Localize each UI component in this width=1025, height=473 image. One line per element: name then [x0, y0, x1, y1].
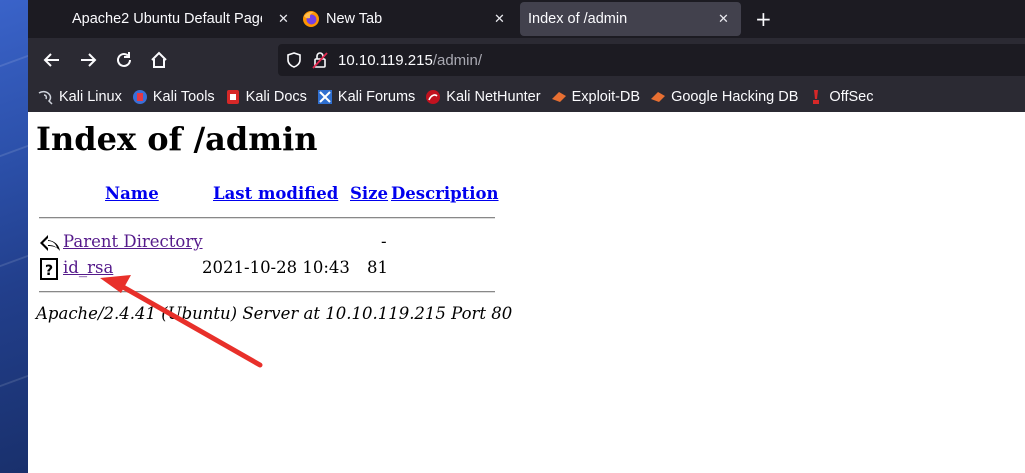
file-size: 81	[367, 258, 388, 277]
divider	[39, 217, 495, 219]
navigation-bar: 10.10.119.215/admin/	[28, 38, 1025, 82]
column-header-last-modified[interactable]: Last modified	[213, 184, 338, 203]
page-title: Index of /admin	[36, 120, 318, 158]
desktop-background	[0, 0, 28, 473]
bookmark-label: Kali Forums	[337, 89, 416, 105]
tab-title: Apache2 Ubuntu Default Page	[72, 11, 262, 27]
url-bar[interactable]: 10.10.119.215/admin/	[278, 44, 1025, 76]
reload-button[interactable]	[112, 48, 136, 72]
tab-apache-default[interactable]: Apache2 Ubuntu Default Page ✕	[38, 0, 300, 38]
home-button[interactable]	[147, 48, 171, 72]
file-size: -	[381, 232, 387, 251]
table-row: Parent Directory -	[39, 232, 509, 254]
bookmark-kali-forums[interactable]: Kali Forums	[317, 89, 415, 105]
tab-title: New Tab	[326, 11, 383, 27]
id-rsa-link[interactable]: id_rsa	[63, 258, 113, 277]
exploitdb-icon	[551, 89, 567, 105]
tab-index-admin[interactable]: Index of /admin ✕	[520, 2, 741, 36]
insecure-lock-icon[interactable]	[312, 51, 328, 69]
forward-button[interactable]	[76, 48, 100, 72]
bookmark-label: Google Hacking DB	[671, 89, 799, 105]
bookmark-label: OffSec	[829, 89, 874, 105]
bookmark-kali-tools[interactable]: Kali Tools	[132, 89, 215, 105]
close-tab-icon[interactable]: ✕	[494, 11, 505, 27]
column-header-description[interactable]: Description	[391, 184, 499, 203]
bookmark-kali-docs[interactable]: Kali Docs	[225, 89, 307, 105]
bookmark-label: Kali Docs	[245, 89, 307, 105]
bookmark-google-hacking-db[interactable]: Google Hacking DB	[650, 89, 798, 105]
tab-bar: Apache2 Ubuntu Default Page ✕ New Tab ✕ …	[28, 0, 1025, 38]
last-modified-value: 2021-10-28 10:43	[202, 258, 350, 277]
back-button[interactable]	[40, 48, 64, 72]
home-icon	[151, 51, 167, 68]
ubuntu-tab-icon	[38, 11, 54, 27]
page-content: Index of /admin Name Last modified Size …	[28, 112, 1025, 473]
new-tab-button[interactable]: +	[755, 0, 772, 38]
offsec-icon	[808, 89, 824, 105]
bookmarks-bar: Kali Linux Kali Tools Kali Docs Kali For…	[28, 82, 1025, 112]
close-tab-icon[interactable]: ✕	[718, 11, 729, 27]
bookmark-label: Kali Linux	[59, 89, 122, 105]
bookmark-label: Kali Tools	[152, 89, 215, 105]
column-header-size[interactable]: Size	[350, 184, 388, 203]
url-host: 10.10.119.215	[338, 51, 433, 69]
nethunter-icon	[425, 89, 441, 105]
firefox-icon	[302, 10, 320, 28]
kali-dragon-icon	[38, 89, 54, 105]
tab-new-tab[interactable]: New Tab ✕	[300, 0, 516, 38]
tab-title: Index of /admin	[528, 11, 628, 27]
parent-directory-link[interactable]: Parent Directory	[63, 232, 203, 251]
kali-forums-icon	[317, 89, 333, 105]
close-tab-icon[interactable]: ✕	[278, 11, 289, 27]
column-header-name[interactable]: Name	[105, 184, 159, 203]
url-text[interactable]: 10.10.119.215/admin/	[338, 52, 482, 69]
forward-arrow-icon	[81, 53, 97, 67]
reload-icon	[117, 52, 131, 67]
unknown-file-icon: ?	[40, 258, 58, 280]
divider	[39, 291, 495, 293]
kali-tools-icon	[132, 89, 148, 105]
tracking-shield-icon[interactable]	[286, 52, 302, 68]
url-path: /admin/	[432, 51, 483, 69]
bookmark-label: Kali NetHunter	[446, 89, 541, 105]
ghdb-icon	[650, 89, 666, 105]
table-row: ? id_rsa 2021-10-28 10:43 81	[39, 258, 509, 280]
server-signature: Apache/2.4.41 (Ubuntu) Server at 10.10.1…	[36, 304, 513, 323]
bookmark-kali-linux[interactable]: Kali Linux	[38, 89, 122, 105]
bookmark-exploit-db[interactable]: Exploit-DB	[551, 89, 641, 105]
back-arrow-icon	[43, 53, 59, 67]
bookmark-label: Exploit-DB	[571, 89, 641, 105]
svg-text:?: ?	[45, 263, 53, 279]
back-arrow-icon	[39, 233, 61, 253]
bookmark-kali-nethunter[interactable]: Kali NetHunter	[425, 89, 541, 105]
bookmark-offsec[interactable]: OffSec	[808, 89, 873, 105]
kali-docs-icon	[225, 89, 241, 105]
